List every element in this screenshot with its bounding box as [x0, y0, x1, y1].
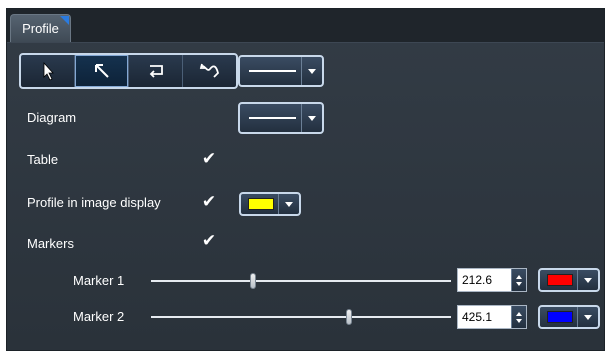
marker-1-color-swatch — [547, 274, 573, 286]
line-arrow-icon — [94, 64, 109, 78]
spin-up-icon[interactable] — [516, 311, 522, 316]
diagram-style-dropdown[interactable] — [238, 102, 324, 134]
line-style-dropdown[interactable] — [238, 55, 324, 87]
diagram-label: Diagram — [27, 110, 77, 125]
marker-1-label: Marker 1 — [73, 273, 125, 288]
loop-arrow-icon — [149, 65, 163, 78]
pointer-tool-button[interactable] — [21, 55, 75, 87]
tab-profile-label: Profile — [22, 21, 59, 36]
line-style-dropdown-arrow[interactable] — [301, 57, 322, 85]
pointer-icon — [43, 61, 54, 81]
tab-strip: Profile — [7, 9, 604, 43]
freehand-tool-button[interactable] — [183, 55, 236, 87]
tab-corner-marker — [60, 16, 69, 25]
chevron-down-icon — [584, 277, 592, 283]
marker-1-value[interactable]: 212.6 — [458, 269, 511, 291]
marker-1-value-spinbox[interactable]: 212.6 — [457, 268, 527, 292]
loop-tool-button[interactable] — [129, 55, 183, 87]
spin-up-icon[interactable] — [516, 274, 522, 279]
spin-down-icon[interactable] — [516, 281, 522, 286]
table-checkbox[interactable]: ✔ — [200, 150, 218, 168]
tab-profile[interactable]: Profile — [10, 14, 71, 42]
marker-2-value-spinbox[interactable]: 425.1 — [457, 305, 527, 329]
marker-2-color-swatch — [547, 311, 573, 323]
diagram-style-preview — [249, 117, 296, 119]
diagram-dropdown-arrow[interactable] — [301, 104, 322, 132]
spin-down-icon[interactable] — [516, 318, 522, 323]
marker-2-value[interactable]: 425.1 — [458, 306, 511, 328]
chevron-down-icon — [308, 68, 316, 74]
marker-1-slider-track[interactable] — [151, 280, 451, 282]
profile-in-image-display-label: Profile in image display — [27, 195, 161, 210]
marker-2-slider-track[interactable] — [151, 316, 451, 318]
markers-label: Markers — [27, 236, 74, 251]
profile-tool-group — [19, 53, 238, 89]
marker-1-color-dropdown-arrow[interactable] — [577, 270, 598, 290]
marker-2-spin-arrows[interactable] — [511, 306, 526, 328]
profile-in-image-display-checkbox[interactable]: ✔ — [200, 193, 218, 211]
marker-2-label: Marker 2 — [73, 309, 125, 324]
chevron-down-icon — [584, 314, 592, 320]
chevron-down-icon — [308, 115, 316, 121]
profile-color-swatch — [248, 198, 274, 210]
profile-color-dropdown[interactable] — [239, 192, 301, 216]
marker-1-slider-thumb[interactable] — [250, 273, 256, 289]
profile-panel: Profile Diagram Table ✔ Profile in image… — [6, 8, 605, 351]
table-label: Table — [27, 152, 59, 167]
chevron-down-icon — [285, 201, 293, 207]
marker-1-spin-arrows[interactable] — [511, 269, 526, 291]
profile-color-dropdown-arrow[interactable] — [278, 194, 299, 214]
marker-2-slider-thumb[interactable] — [346, 309, 352, 325]
marker-2-color-dropdown-arrow[interactable] — [577, 307, 598, 327]
marker-2-color-dropdown[interactable] — [538, 305, 600, 329]
markers-checkbox[interactable]: ✔ — [200, 232, 218, 250]
line-tool-button[interactable] — [75, 55, 129, 87]
marker-1-color-dropdown[interactable] — [538, 268, 600, 292]
freehand-icon — [199, 63, 219, 78]
line-style-preview — [249, 70, 296, 72]
